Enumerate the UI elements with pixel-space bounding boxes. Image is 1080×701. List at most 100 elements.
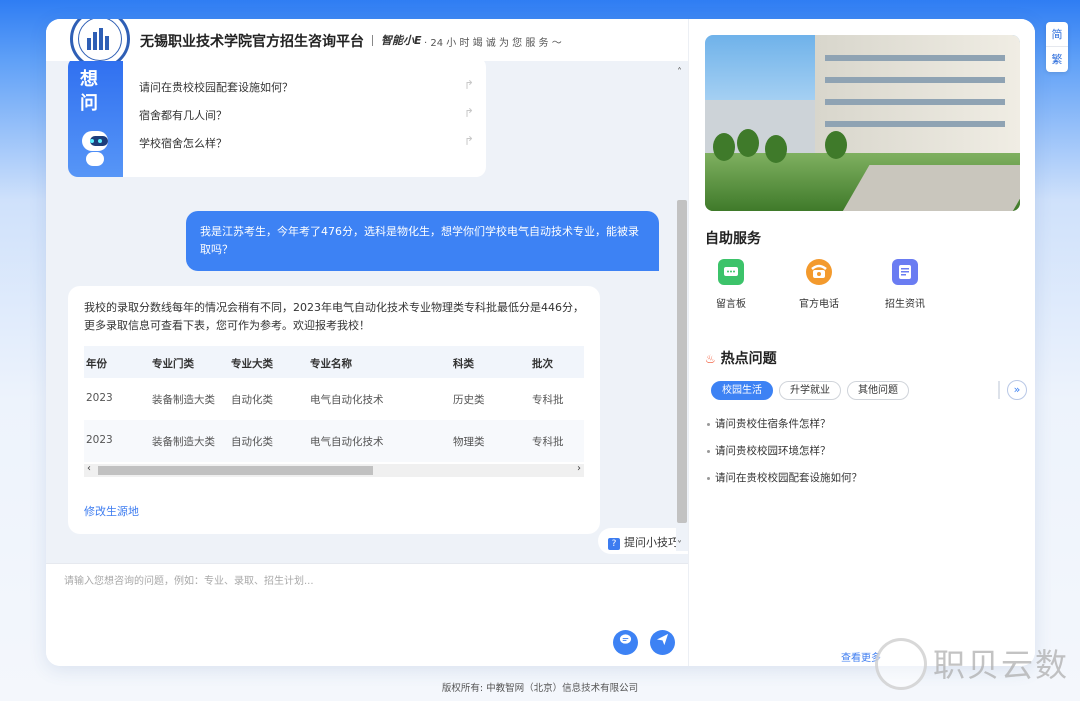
watermark-text: 职贝云数 <box>933 646 1070 684</box>
message-input[interactable] <box>64 572 664 622</box>
scrollbar-thumb[interactable] <box>98 466 373 475</box>
hot-question-label: 请问在贵校校园配套设施如何？ <box>715 472 862 484</box>
banner-tree <box>713 133 735 161</box>
chat-scrollbar[interactable]: ˄ ˅ <box>676 61 688 551</box>
right-panel: 自助服务 留言板 官方电话 招生资讯 ♨ 热点问题 校园生活 升学就业 其他问题… <box>688 19 1035 666</box>
banner-path <box>840 165 1020 211</box>
slogan: · 24 小 时 竭 诚 为 您 服 务 ～ <box>424 38 562 49</box>
send-icon[interactable] <box>650 630 675 655</box>
news-icon <box>892 259 918 285</box>
self-service-title: 自助服务 <box>705 231 761 247</box>
table-cell: 电气自动化技术 <box>310 436 384 448</box>
bot-message: 我校的录取分数线每年的情况会稍有不同，2023年电气自动化技术专业物理类专科批最… <box>68 286 600 534</box>
robot-icon <box>78 131 112 171</box>
banner-tree <box>825 131 847 159</box>
page-title: 无锡职业技术学院官方招生咨询平台 <box>140 34 364 50</box>
help-icon: ? <box>608 538 620 550</box>
faq-item-label: 学校宿舍怎么样？ <box>139 137 227 150</box>
table-row: 2023 装备制造大类 自动化类 电气自动化技术 历史类 专科批 <box>84 378 584 420</box>
service-label: 官方电话 <box>799 299 839 310</box>
column-header: 年份 <box>86 358 107 370</box>
hot-questions-title: 热点问题 <box>720 351 777 367</box>
hot-question-label: 请问贵校住宿条件怎样？ <box>715 418 831 430</box>
service-message-board[interactable]: 留言板 <box>701 259 761 310</box>
tab-divider <box>998 381 1000 399</box>
column-header: 科类 <box>453 358 474 370</box>
column-header: 专业门类 <box>152 358 194 370</box>
hot-questions-header: ♨ 热点问题 <box>705 348 777 368</box>
campus-banner[interactable] <box>705 35 1020 211</box>
chat-area[interactable]: 想 问 请问在贵校校园配套设施如何？ ↱ 宿舍都有几人间？ ↱ 学校宿舍怎么样？ <box>46 61 688 563</box>
input-area <box>46 563 688 666</box>
table-cell: 物理类 <box>453 436 485 448</box>
table-cell: 专科批 <box>532 436 564 448</box>
scroll-right-icon[interactable]: › <box>577 463 581 474</box>
faq-side-char: 想 <box>80 69 98 90</box>
watermark-logo-icon <box>875 638 927 690</box>
table-horizontal-scrollbar[interactable]: ‹ › <box>84 463 584 477</box>
faq-item-label: 宿舍都有几人间？ <box>139 109 227 122</box>
hot-question-label: 请问贵校校园环境怎样？ <box>715 445 831 457</box>
column-header: 批次 <box>532 358 553 370</box>
user-message: 我是江苏考生，今年考了476分，选科是物化生，想学你们学校电气自动技术专业，能被… <box>186 211 659 271</box>
banner-tree <box>737 129 759 157</box>
service-official-phone[interactable]: 官方电话 <box>789 259 849 310</box>
modify-origin-link[interactable]: 修改生源地 <box>84 503 139 519</box>
table-cell: 装备制造大类 <box>152 394 215 406</box>
table-row: 2023 装备制造大类 自动化类 电气自动化技术 物理类 专科批 <box>84 420 584 462</box>
phone-icon <box>806 259 832 285</box>
forward-icon: ↱ <box>463 134 474 148</box>
language-switcher: 简 繁 <box>1046 22 1068 72</box>
banner-tree <box>765 135 787 163</box>
tab-campus-life[interactable]: 校园生活 <box>711 381 773 400</box>
table-cell: 自动化类 <box>231 436 273 448</box>
traditional-chinese-button[interactable]: 繁 <box>1046 47 1068 72</box>
column-header: 专业名称 <box>310 358 352 370</box>
chat-window: 无锡职业技术学院官方招生咨询平台 智能小E · 24 小 时 竭 诚 为 您 服… <box>46 19 1035 666</box>
service-admission-news[interactable]: 招生资讯 <box>875 259 935 310</box>
tab-other[interactable]: 其他问题 <box>847 381 909 400</box>
scroll-left-icon[interactable]: ‹ <box>87 463 91 474</box>
divider <box>372 35 373 46</box>
bot-message-text: 我校的录取分数线每年的情况会稍有不同，2023年电气自动化技术专业物理类专科批最… <box>84 301 584 332</box>
chevron-right-double-icon[interactable]: » <box>1007 380 1027 400</box>
scroll-up-icon[interactable]: ˄ <box>677 67 682 78</box>
column-header: 专业大类 <box>231 358 273 370</box>
faq-item[interactable]: 宿舍都有几人间？ ↱ <box>139 106 474 123</box>
hot-question-item[interactable]: 请问贵校校园环境怎样？ <box>707 443 831 458</box>
faq-side-char: 问 <box>80 93 98 114</box>
table-header: 年份 专业门类 专业大类 专业名称 科类 批次 <box>84 346 584 378</box>
faq-item-label: 请问在贵校校园配套设施如何？ <box>139 81 293 94</box>
hot-question-item[interactable]: 请问贵校住宿条件怎样？ <box>707 416 831 431</box>
fire-icon: ♨ <box>705 352 716 366</box>
message-board-icon <box>718 259 744 285</box>
faq-item[interactable]: 学校宿舍怎么样？ ↱ <box>139 134 474 151</box>
tips-label: 提问小技巧 <box>624 536 679 549</box>
table-cell: 自动化类 <box>231 394 273 406</box>
banner-building <box>815 35 1020 155</box>
faq-side-banner: 想 问 <box>68 61 123 177</box>
simplified-chinese-button[interactable]: 简 <box>1046 22 1068 47</box>
table-cell: 装备制造大类 <box>152 436 215 448</box>
table-cell: 2023 <box>86 434 113 446</box>
assistant-brand: 智能小E <box>381 34 422 47</box>
chat-bubble-icon[interactable] <box>613 630 638 655</box>
table-cell: 专科批 <box>532 394 564 406</box>
faq-card: 想 问 请问在贵校校园配套设施如何？ ↱ 宿舍都有几人间？ ↱ 学校宿舍怎么样？ <box>68 61 486 177</box>
tab-further-study[interactable]: 升学就业 <box>779 381 841 400</box>
scrollbar-thumb[interactable] <box>677 200 687 523</box>
admission-table: 年份 专业门类 专业大类 专业名称 科类 批次 2023 装备制造大类 自动化类… <box>84 346 584 473</box>
service-label: 留言板 <box>716 299 746 310</box>
table-cell: 历史类 <box>453 394 485 406</box>
forward-icon: ↱ <box>463 78 474 92</box>
watermark: 职贝云数 <box>875 638 1080 690</box>
hot-question-item[interactable]: 请问在贵校校园配套设施如何？ <box>707 470 862 485</box>
forward-icon: ↱ <box>463 106 474 120</box>
table-cell: 电气自动化技术 <box>310 394 384 406</box>
scroll-down-icon[interactable]: ˅ <box>677 540 682 551</box>
faq-item[interactable]: 请问在贵校校园配套设施如何？ ↱ <box>139 78 474 95</box>
header: 无锡职业技术学院官方招生咨询平台 智能小E · 24 小 时 竭 诚 为 您 服… <box>46 19 688 69</box>
question-tips-button[interactable]: ? 提问小技巧 <box>598 528 688 554</box>
table-cell: 2023 <box>86 392 113 404</box>
service-label: 招生资讯 <box>885 299 925 310</box>
